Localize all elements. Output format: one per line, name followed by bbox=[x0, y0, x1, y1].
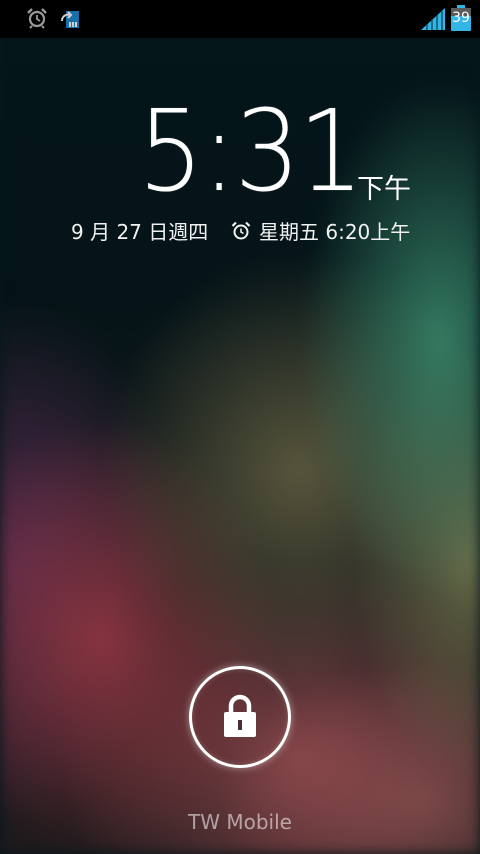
clock-ampm: 下午 bbox=[357, 174, 411, 205]
clock-time: 5:31 bbox=[138, 87, 364, 217]
battery-level: 39 bbox=[452, 10, 470, 26]
date-text: 9 月 27 日週四 bbox=[71, 220, 209, 244]
padlock-icon bbox=[224, 694, 256, 737]
battery-icon: 39 bbox=[451, 5, 471, 31]
alarm-clock-icon bbox=[27, 8, 47, 29]
status-bar: 39 bbox=[0, 0, 480, 38]
next-alarm-text: 星期五 6:20上午 bbox=[259, 220, 411, 244]
next-alarm: 星期五 6:20上午 bbox=[231, 216, 410, 245]
cell-signal-icon bbox=[421, 8, 445, 30]
unlock-button[interactable] bbox=[189, 666, 291, 768]
lock-screen: 39 5:31 下午 9 月 27 日週四 星期五 6:20上午 TW Mobi… bbox=[0, 0, 480, 854]
alarm-clock-icon bbox=[231, 221, 251, 239]
sync-icon bbox=[61, 11, 79, 28]
carrier-name: TW Mobile bbox=[188, 810, 292, 834]
